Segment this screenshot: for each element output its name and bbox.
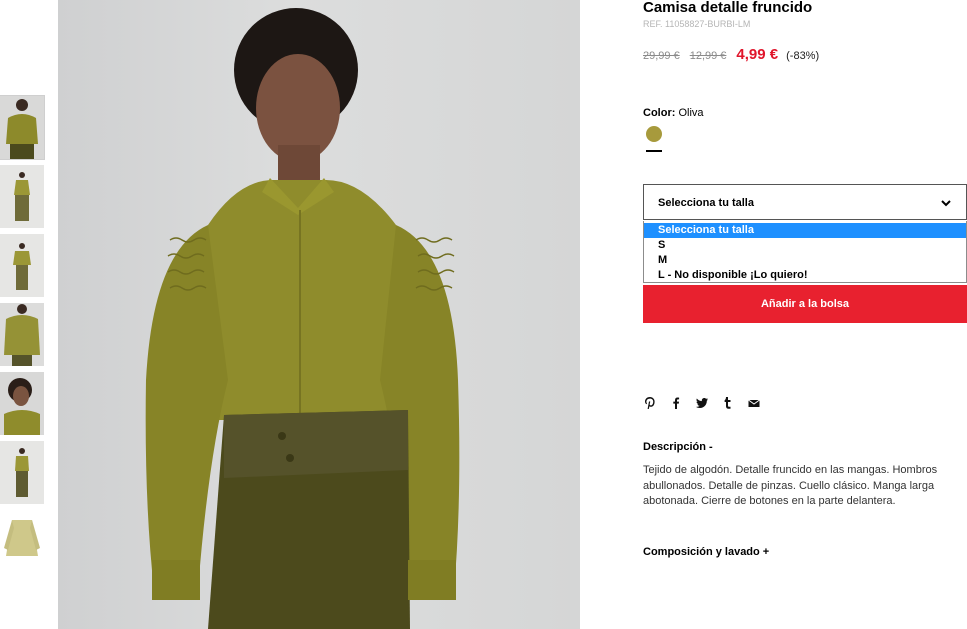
thumbnail-image — [0, 303, 44, 366]
thumbnail-7[interactable] — [0, 510, 44, 573]
thumbnail-3[interactable] — [0, 234, 44, 297]
previous-price: 12,99 € — [689, 50, 727, 62]
thumbnail-image — [0, 96, 44, 159]
model-illustration — [145, 8, 460, 629]
thumbnail-4[interactable] — [0, 303, 44, 366]
thumbnail-5[interactable] — [0, 372, 44, 435]
discount-badge: (-83%) — [786, 50, 820, 62]
size-option-s[interactable]: S — [644, 238, 966, 253]
composition-toggle[interactable]: Composición y lavado + — [643, 546, 769, 558]
original-price: 29,99 € — [643, 50, 680, 62]
description-toggle[interactable]: Descripción - — [643, 441, 713, 453]
twitter-icon[interactable] — [695, 396, 709, 410]
selected-swatch-indicator — [646, 150, 662, 152]
thumbnail-image — [0, 165, 44, 228]
email-icon[interactable] — [747, 396, 761, 410]
size-dropdown-list: Selecciona tu talla S M L - No disponibl… — [643, 221, 967, 283]
thumbnail-2[interactable] — [0, 165, 44, 228]
thumbnail-image — [0, 441, 44, 504]
thumbnail-image — [0, 234, 44, 297]
chevron-down-icon — [941, 200, 951, 207]
thumbnail-6[interactable] — [0, 441, 44, 504]
thumbnail-1[interactable] — [0, 95, 45, 160]
description-text: Tejido de algodón. Detalle fruncido en l… — [643, 464, 938, 507]
size-option-placeholder[interactable]: Selecciona tu talla — [644, 223, 966, 238]
thumbnail-image — [0, 372, 44, 435]
thumbnail-image — [0, 510, 44, 573]
color-value: Oliva — [678, 107, 704, 119]
share-icons — [643, 395, 773, 411]
current-price: 4,99 € — [736, 46, 779, 63]
size-select-label: Selecciona tu talla — [658, 197, 754, 209]
tumblr-icon[interactable] — [721, 396, 735, 410]
size-option-m[interactable]: M — [644, 253, 966, 268]
product-title: Camisa detalle fruncido — [643, 0, 813, 16]
color-label: Color: Oliva — [643, 107, 704, 119]
main-product-image[interactable] — [58, 0, 580, 629]
pinterest-icon[interactable] — [643, 396, 657, 410]
product-reference: REF. 11058827-BURBI-LM — [643, 19, 751, 29]
color-label-key: Color: — [643, 107, 676, 119]
price-row: 29,99 € 12,99 € 4,99 € (-83%) — [643, 46, 819, 63]
facebook-icon[interactable] — [669, 396, 683, 410]
color-swatch-oliva[interactable] — [646, 126, 662, 142]
size-select[interactable]: Selecciona tu talla — [643, 184, 967, 220]
size-option-l[interactable]: L - No disponible ¡Lo quiero! — [644, 268, 966, 283]
add-to-bag-button[interactable]: Añadir a la bolsa — [643, 285, 967, 323]
